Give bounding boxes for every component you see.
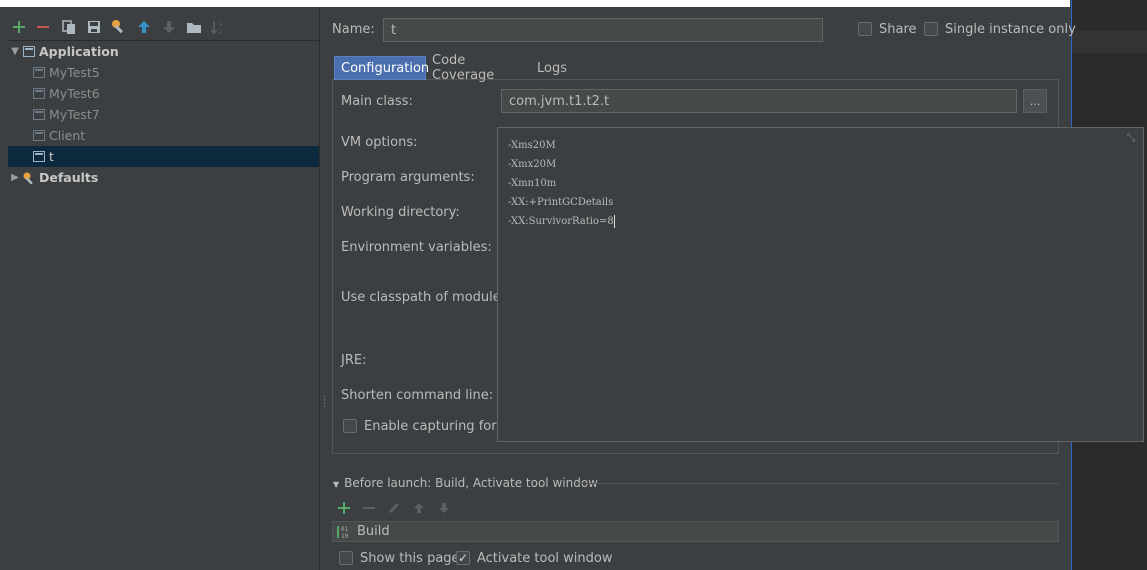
tree-item-label: MyTest6 [49,86,100,101]
browse-main-class-button[interactable]: ... [1023,89,1047,113]
main-class-label: Main class: [341,94,413,109]
vm-options-editor[interactable]: ⤡ -Xms20M -Xmx20M -Xmn10m -XX:+PrintGCDe… [497,127,1144,442]
sort-icon: az [209,18,227,36]
share-label: Share [879,22,917,37]
move-up-icon[interactable] [135,18,153,36]
add-task-icon[interactable] [336,500,352,516]
vm-option-line: -XX:+PrintGCDetails [508,197,614,208]
vm-option-line: -Xms20M [508,140,556,151]
jre-label: JRE: [341,353,367,368]
activate-tool-window-checkbox[interactable]: ✓ [456,551,470,565]
working-directory-label: Working directory: [341,205,460,220]
vm-option-line: -XX:SurvivorRatio=8 [508,216,614,227]
vm-option-line: -Xmx20M [508,159,557,170]
use-classpath-label: Use classpath of module: [341,290,506,305]
add-icon[interactable] [10,18,28,36]
before-launch-title: Before launch: Build, Activate tool wind… [344,476,598,490]
single-instance-checkbox[interactable] [924,22,938,36]
remove-task-icon [361,500,377,516]
expand-arrow-icon[interactable]: ▼ [8,46,22,57]
tree-label-application: Application [39,44,119,59]
run-config-icon [32,108,46,121]
build-task-label: Build [357,524,390,539]
main-class-input[interactable]: com.jvm.t1.t2.t [501,89,1017,113]
tab-configuration[interactable]: Configuration [334,56,429,80]
program-arguments-label: Program arguments: [341,170,475,185]
tab-code-coverage[interactable]: Code Coverage [426,53,530,83]
name-label: Name: [332,22,375,37]
name-input[interactable]: t [383,18,823,42]
svg-text:a: a [219,21,223,28]
tree-item-label: t [49,149,54,164]
move-task-up-icon [411,500,427,516]
run-config-icon [32,129,46,142]
tab-logs[interactable]: Logs [531,56,571,80]
configurations-panel: az ▼ Application MyTest5 MyTest6 MyTest7… [0,7,320,570]
folder-icon[interactable] [185,18,203,36]
tree-node-defaults[interactable]: ▶ Defaults [8,167,319,188]
main-class-value: com.jvm.t1.t2.t [509,93,610,109]
wrench-icon [22,171,36,185]
remove-icon[interactable] [34,18,52,36]
edit-task-icon [386,500,402,516]
build-icon: 01 10 [337,525,351,540]
collapse-icon[interactable]: ⤡ [1125,132,1137,144]
show-this-page-checkbox[interactable] [339,551,353,565]
move-task-down-icon [436,500,452,516]
tree-item-t[interactable]: t [8,146,319,167]
svg-text:z: z [219,28,222,35]
tree-label-defaults: Defaults [39,170,99,185]
tree-node-application[interactable]: ▼ Application [8,41,319,62]
activate-tool-window-label: Activate tool window [477,551,613,566]
name-value: t [391,22,397,38]
svg-text:01: 01 [341,526,349,533]
wrench-icon[interactable] [110,18,128,36]
tree-item-mytest6[interactable]: MyTest6 [8,83,319,104]
expand-arrow-icon[interactable]: ▶ [8,172,22,183]
tree-item-label: Client [49,128,86,143]
run-config-icon [32,66,46,79]
tree-item-mytest5[interactable]: MyTest5 [8,62,319,83]
tree-item-mytest7[interactable]: MyTest7 [8,104,319,125]
vm-option-line: -Xmn10m [508,178,557,189]
tree-item-label: MyTest5 [49,65,100,80]
text-caret [613,215,615,228]
run-config-icon [32,87,46,100]
before-launch-header[interactable]: ▼ Before launch: Build, Activate tool win… [333,476,598,490]
enable-capturing-checkbox[interactable] [343,419,357,433]
run-config-icon [32,150,46,163]
svg-text:10: 10 [341,533,349,539]
window-top-strip [0,0,1070,7]
application-icon [22,45,36,58]
single-instance-label: Single instance only [945,22,1076,37]
save-icon[interactable] [85,18,103,36]
vm-options-text: -Xms20M -Xmx20M -Xmn10m -XX:+PrintGCDeta… [508,136,615,231]
build-task-row[interactable]: 01 10 Build [332,521,1059,542]
show-this-page-label: Show this page [360,551,460,566]
copy-icon[interactable] [60,18,78,36]
tree-item-label: MyTest7 [49,107,100,122]
enable-capturing-label: Enable capturing form [364,419,510,434]
splitter-grip[interactable]: ⋮ ⋮ [320,396,329,416]
vm-options-label: VM options: [341,135,418,150]
tree-item-client[interactable]: Client [8,125,319,146]
share-checkbox[interactable] [858,22,872,36]
move-down-icon [160,18,178,36]
environment-variables-label: Environment variables: [341,240,492,255]
shorten-command-line-label: Shorten command line: [341,388,494,403]
before-launch-divider [575,483,1059,484]
collapse-arrow-icon: ▼ [333,480,340,489]
